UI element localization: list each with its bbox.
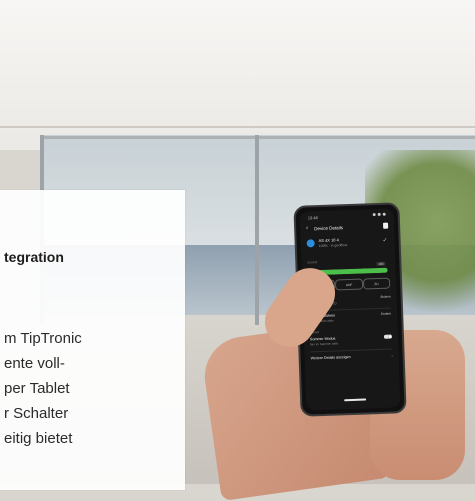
- ceiling-line: [0, 126, 475, 128]
- header-title: Device Details: [314, 224, 343, 231]
- panel-heading: tegration: [4, 249, 64, 265]
- panel-line-2: ente voll-: [4, 355, 65, 372]
- open-button[interactable]: AUF: [335, 278, 363, 291]
- status-time: 13:48: [307, 215, 318, 221]
- summer-mode-row[interactable]: Sommer Modus Nur im Sommer aktiv: [310, 334, 393, 347]
- position-readout: 100: [376, 261, 386, 267]
- panel-line-4: r Schalter: [4, 405, 69, 422]
- device-icon: [306, 239, 315, 248]
- device-row[interactable]: AS 4X 10 4 100% · in geöffnet ✓: [306, 236, 388, 249]
- wifi-icon: [377, 212, 381, 216]
- chevron-right-icon: ›: [391, 353, 393, 358]
- back-arrow-icon[interactable]: ‹: [306, 225, 311, 231]
- text-panel: tegration m TipTronic ente voll- per Tab…: [0, 190, 185, 490]
- device-status: 100% · in geöffnet: [318, 243, 348, 249]
- checkmark-icon: ✓: [382, 237, 388, 244]
- status-icons: [372, 212, 386, 218]
- battery-icon: [382, 212, 386, 216]
- divider: [310, 348, 393, 353]
- summer-mode-toggle[interactable]: [383, 334, 393, 339]
- more-details-row[interactable]: Weitere Details anzeigen ›: [311, 354, 393, 361]
- panel-line-5: eitig bietet: [4, 430, 73, 447]
- close-button[interactable]: ZU: [362, 277, 391, 290]
- summer-mode-text: Sommer Modus Nur im Sommer aktiv: [310, 336, 339, 347]
- signal-icon: [372, 213, 376, 217]
- mode-value: Ändern: [380, 294, 391, 299]
- device-text: AS 4X 10 4 100% · in geöffnet: [318, 236, 378, 248]
- summer-mode-sub: Nur im Sommer aktiv: [310, 341, 339, 347]
- panel-line-1: m TipTronic: [4, 330, 82, 347]
- panel-line-3: per Tablet: [4, 380, 70, 397]
- home-indicator[interactable]: [344, 398, 367, 402]
- more-details-label: Weitere Details anzeigen: [310, 355, 351, 361]
- control-section-label: Control: [307, 260, 318, 265]
- app-header: ‹ Device Details: [306, 222, 389, 231]
- trash-icon[interactable]: [382, 222, 389, 229]
- timer-value: Ändern: [380, 311, 392, 316]
- status-bar: 13:48: [307, 212, 386, 221]
- window-frame-middle: [255, 135, 259, 325]
